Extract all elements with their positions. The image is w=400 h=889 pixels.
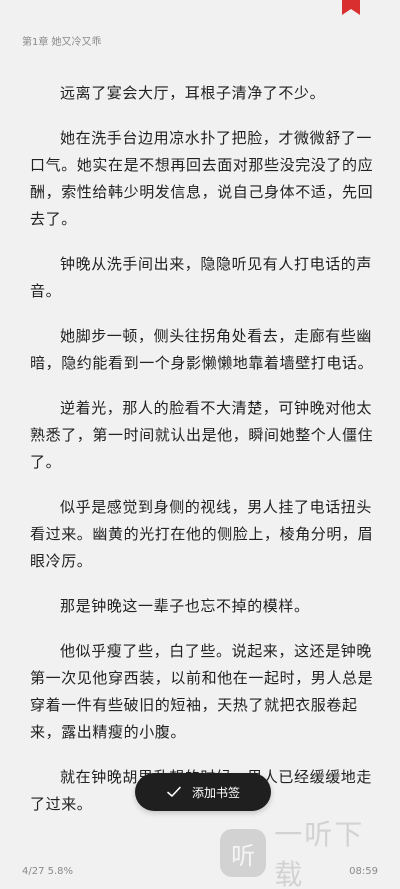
toast-label: 添加书签 [191,785,240,800]
reader-page[interactable]: 第1章 她又冷又乖 远离了宴会大厅，耳根子清净了不少。 她在洗手台边用凉水扑了把… [0,0,400,889]
paragraph: 她在洗手台边用凉水扑了把脸，才微微舒了一口气。她实在是不想再回去面对那些没完没了… [30,129,374,228]
paragraph: 他似乎瘦了些，白了些。说起来，这还是钟晚第一次见他穿西装，以前和他在一起时，男人… [30,642,374,741]
paragraph: 那是钟晚这一辈子也忘不掉的模样。 [60,597,310,615]
check-icon [166,784,182,800]
bookmark-ribbon-icon [342,0,360,15]
reading-progress: 4/27 5.8% [22,866,74,877]
watermark-logo-icon: 听 [220,829,267,877]
chapter-content: 远离了宴会大厅，耳根子清净了不少。 她在洗手台边用凉水扑了把脸，才微微舒了一口气… [30,80,378,836]
paragraph: 她脚步一顿，侧头往拐角处看去，走廊有些幽暗，隐约能看到一个身影懒懒地靠着墙壁打电… [30,327,374,372]
watermark-text: 一听下载 [274,818,365,889]
add-bookmark-toast[interactable]: 添加书签 [135,773,271,811]
clock-time: 08:59 [349,866,378,877]
chapter-title: 第1章 她又冷又乖 [22,37,102,48]
paragraph: 似乎是感觉到身侧的视线，男人挂了电话扭头看过来。幽黄的光打在他的侧脸上，棱角分明… [30,498,374,570]
paragraph: 钟晚从洗手间出来，隐隐听见有人打电话的声音。 [30,255,373,300]
paragraph: 远离了宴会大厅，耳根子清净了不少。 [60,84,326,102]
paragraph: 逆着光，那人的脸看不大清楚，可钟晚对他太熟悉了，第一时间就认出是他，瞬间她整个人… [30,399,374,471]
